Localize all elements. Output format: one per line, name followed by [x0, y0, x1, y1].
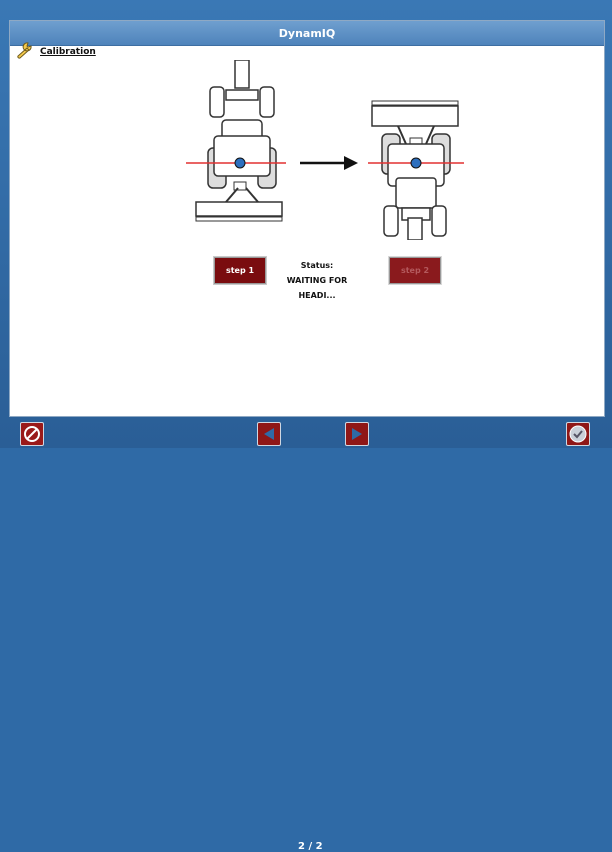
step-1-button[interactable]: step 1 [214, 257, 266, 284]
wrench-icon [15, 41, 35, 63]
status-label: Status: [300, 261, 334, 270]
confirm-button[interactable] [566, 422, 590, 446]
title-bar: DynamIQ [10, 21, 604, 46]
right-arrow-icon [352, 428, 362, 440]
status-block: Status: WAITING FOR HEADI... [273, 258, 361, 303]
calibration-illustration [186, 59, 486, 241]
footer-bar: 2 / 2 [0, 417, 612, 852]
no-entry-icon [24, 426, 40, 442]
prev-page-button[interactable] [257, 422, 281, 446]
tractor-after [368, 100, 464, 241]
tractor-before [186, 59, 286, 222]
calibration-label: Calibration [40, 47, 96, 57]
calibration-link[interactable]: Calibration [15, 41, 96, 63]
cancel-button[interactable] [20, 422, 44, 446]
status-value: WAITING FOR HEADI... [286, 276, 348, 300]
app-title: DynamIQ [278, 26, 336, 40]
next-page-button[interactable] [345, 422, 369, 446]
step-2-button[interactable]: step 2 [389, 257, 441, 284]
check-icon [569, 425, 587, 443]
left-arrow-icon [264, 428, 274, 440]
direction-arrow [300, 156, 358, 170]
page-indicator: 2 / 2 [298, 841, 323, 852]
